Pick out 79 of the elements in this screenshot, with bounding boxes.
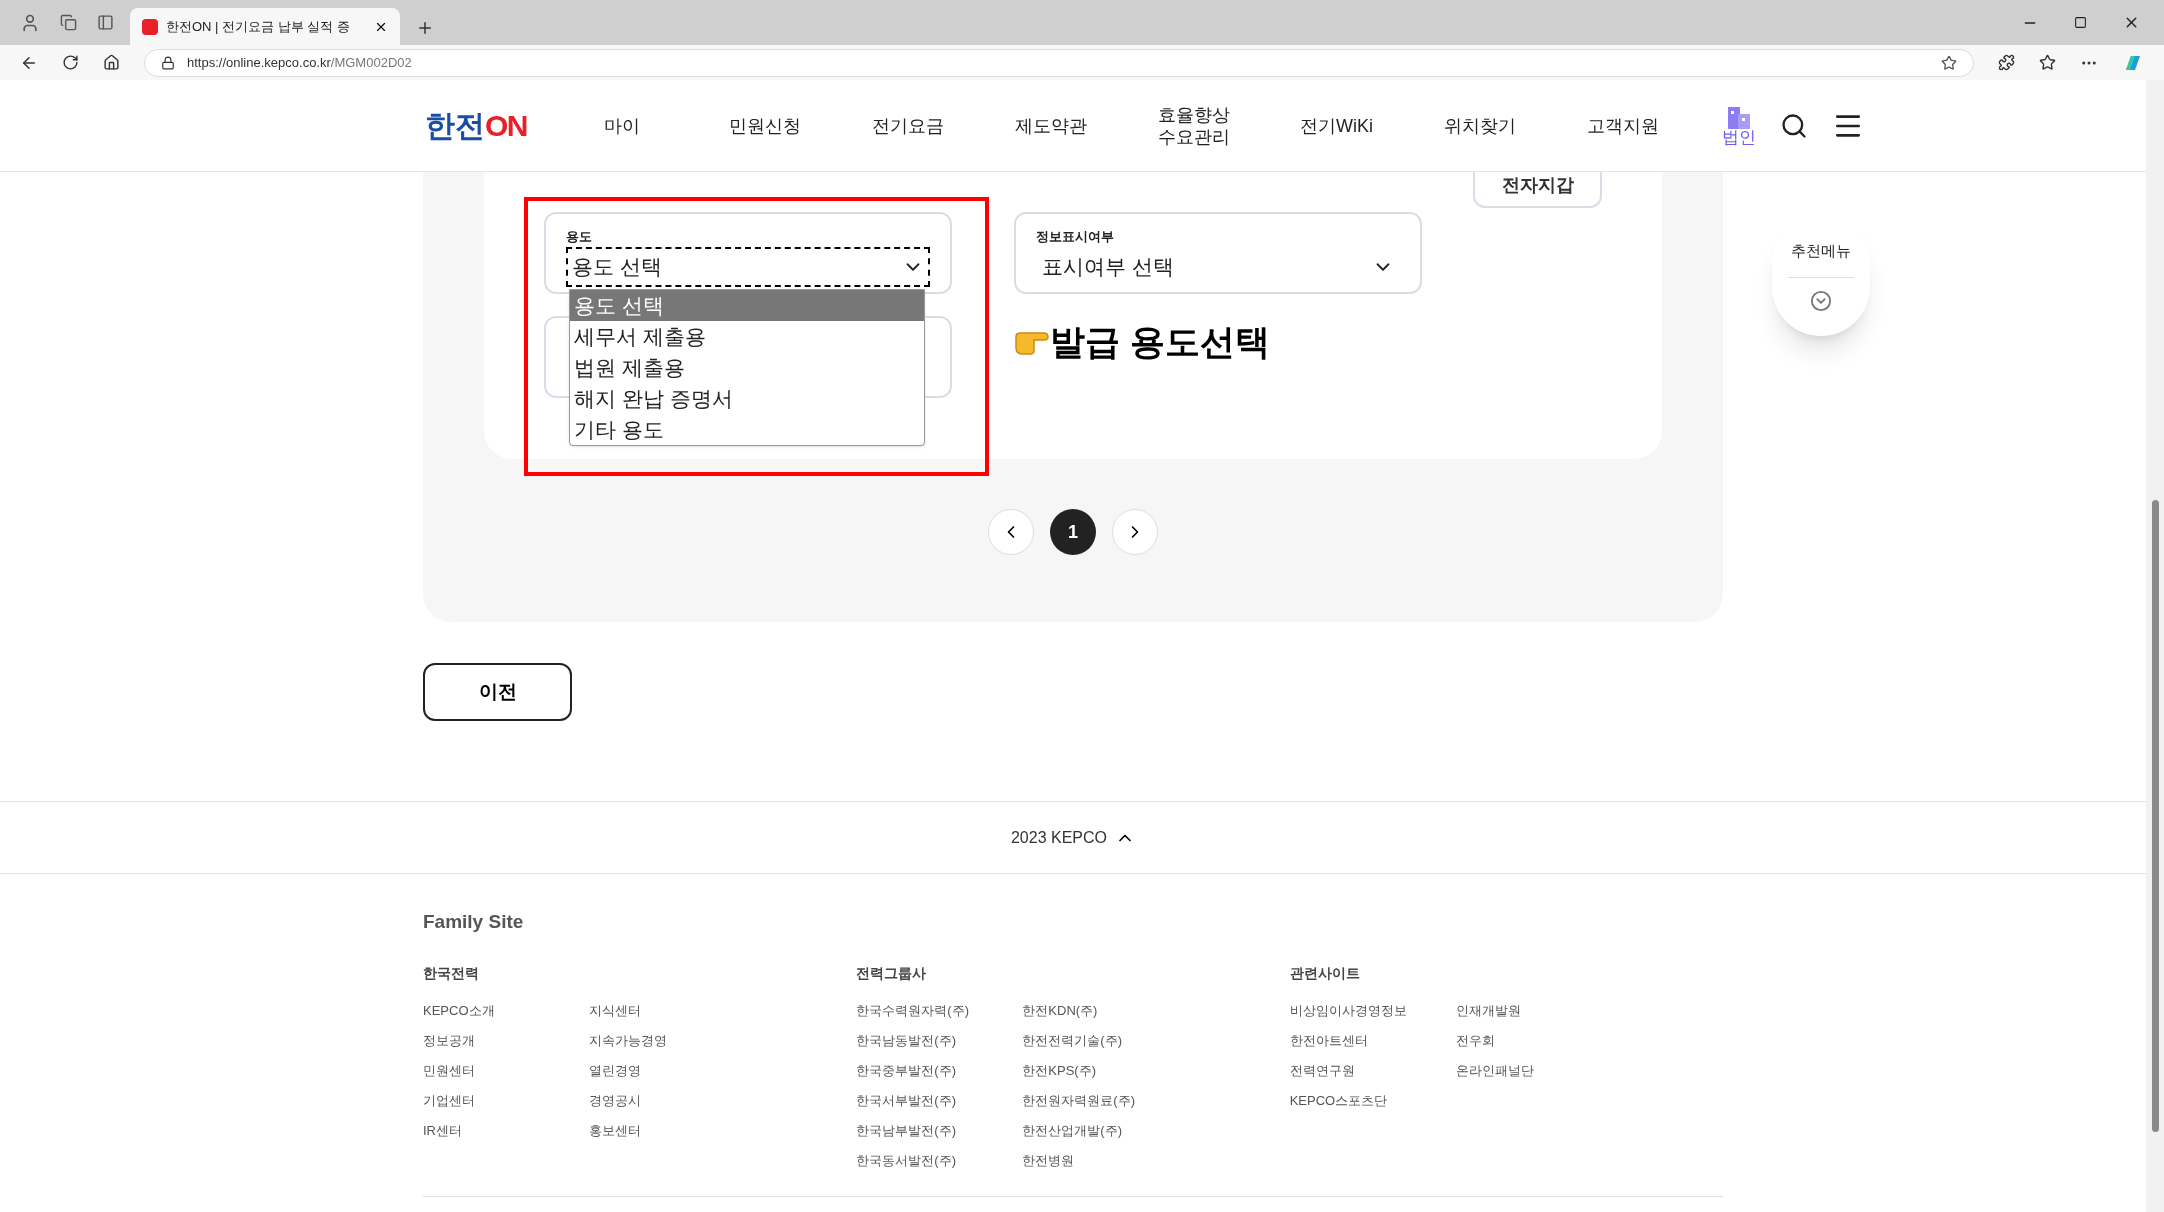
footer-link[interactable]: 한국남동발전(주) [856, 1025, 1023, 1056]
footer-link[interactable]: 한전아트센터 [1289, 1025, 1456, 1056]
footer-link[interactable]: 민원센터 [423, 1055, 589, 1086]
url-text: https://online.kepco.co.kr/MGM002D02 [187, 53, 412, 72]
footer-link[interactable]: 한국남부발전(주) [856, 1115, 1023, 1146]
footer-link[interactable]: 비상임이사경영정보 [1289, 995, 1456, 1026]
home-icon[interactable] [103, 54, 120, 71]
footer-link[interactable]: 전우회 [1455, 1025, 1622, 1056]
site-favicon-icon [142, 18, 158, 35]
recommend-label: 추천메뉴 [1791, 241, 1851, 261]
browser-tab[interactable]: 한전ON | 전기요금 납부 실적 증 [130, 8, 400, 45]
recommend-menu[interactable]: 추천메뉴 [1772, 214, 1870, 336]
footer-link[interactable]: IR센터 [423, 1115, 589, 1146]
dropdown-option[interactable]: 용도 선택 [570, 290, 924, 321]
nav-link[interactable]: 제도약관 [979, 114, 1122, 137]
group-title: 관련사이트 [1289, 963, 1361, 983]
favorite-icon[interactable] [1941, 54, 1957, 71]
group-title: 전력그룹사 [856, 963, 928, 983]
group-title: 한국전력 [423, 963, 480, 983]
extensions-icon[interactable] [1998, 54, 2015, 71]
nav-link[interactable]: 효율향상 수요관리 [1122, 103, 1265, 148]
footer-link[interactable]: KEPCO소개 [423, 995, 589, 1026]
field-label: 정보표시여부 [1036, 230, 1115, 243]
footer-link[interactable]: 지속가능경영 [589, 1025, 755, 1056]
search-icon[interactable] [1780, 111, 1808, 140]
tab-title: 한전ON | 전기요금 납부 실적 증 [166, 17, 351, 36]
favorites-icon[interactable] [2039, 54, 2056, 71]
corporate-link[interactable]: 법인 [1722, 105, 1756, 146]
dropdown-option[interactable]: 세무서 제출용 [570, 321, 924, 352]
scrollbar[interactable] [2146, 80, 2164, 1212]
footer-link[interactable]: 한전전력기술(주) [1022, 1025, 1189, 1056]
nav-link[interactable]: 전기WiKi [1265, 114, 1408, 137]
footer-link[interactable]: 한국서부발전(주) [856, 1085, 1023, 1116]
maximize-icon[interactable] [2074, 16, 2087, 29]
footer-link[interactable]: 한전KPS(주) [1022, 1055, 1189, 1086]
workspaces-icon[interactable] [60, 14, 77, 31]
dropdown-option[interactable]: 법원 제출용 [570, 352, 924, 383]
footer-link[interactable]: 홍보센터 [589, 1115, 755, 1146]
footer-link[interactable]: 한국동서발전(주) [856, 1145, 1023, 1176]
footer-link[interactable]: 한전병원 [1022, 1145, 1189, 1176]
footer-link[interactable]: 한전산업개발(주) [1022, 1115, 1189, 1146]
footer-link[interactable]: 경영공시 [589, 1085, 755, 1116]
site-logo[interactable]: 한전ON [425, 110, 550, 141]
footer-link[interactable]: 한국중부발전(주) [856, 1055, 1023, 1086]
dropdown-option[interactable]: 기타 용도 [570, 414, 924, 445]
select-field[interactable]: 용도 선택 [566, 247, 930, 287]
footer-link[interactable]: 기업센터 [423, 1085, 589, 1116]
footer-link[interactable]: 한전원자력원료(주) [1022, 1085, 1189, 1116]
building-icon [1726, 105, 1752, 129]
lock-icon [161, 55, 175, 70]
nav-link[interactable]: 민원신청 [693, 114, 836, 137]
nav-link[interactable]: 전기요금 [836, 114, 979, 137]
footer-link[interactable]: 지식센터 [589, 995, 755, 1026]
tab-actions-icon[interactable] [97, 14, 114, 31]
footer-link[interactable]: 인재개발원 [1455, 995, 1622, 1026]
nav-link[interactable]: 고객지원 [1551, 114, 1694, 137]
footer-link[interactable]: KEPCO스포츠단 [1289, 1085, 1456, 1116]
annotation-text: 발급 용도선택 [1050, 324, 1270, 359]
address-bar[interactable]: https://online.kepco.co.kr/MGM002D02 [144, 48, 1974, 77]
copyright-text: 2023 KEPCO [1010, 827, 1108, 848]
footer-link[interactable]: 온라인패널단 [1455, 1055, 1622, 1086]
chevron-circle-icon[interactable] [1810, 289, 1832, 312]
select-field[interactable]: 표시여부 선택 [1036, 247, 1400, 287]
back-button[interactable]: 이전 [423, 663, 572, 721]
profile-icon[interactable] [20, 12, 40, 33]
nav-link[interactable]: 마이 [550, 114, 693, 137]
page-button[interactable]: 1 [1050, 509, 1096, 555]
footer-link[interactable]: 한전KDN(주) [1022, 995, 1189, 1026]
new-tab-icon[interactable] [416, 19, 434, 37]
reload-icon[interactable] [62, 54, 79, 71]
footer-link[interactable]: 열린경영 [589, 1055, 755, 1086]
footer-link[interactable]: 전력연구원 [1289, 1055, 1456, 1086]
footer-link[interactable]: 한국수력원자력(주) [856, 995, 1023, 1026]
footer-heading: Family Site [423, 910, 525, 934]
nav-link[interactable]: 위치찾기 [1408, 114, 1551, 137]
field-label: 용도 [566, 230, 593, 243]
footer-link[interactable]: 정보공개 [423, 1025, 589, 1056]
dropdown-option[interactable]: 해지 완납 증명서 [570, 383, 924, 414]
wallet-button[interactable]: 전자지갑 [1473, 172, 1602, 208]
